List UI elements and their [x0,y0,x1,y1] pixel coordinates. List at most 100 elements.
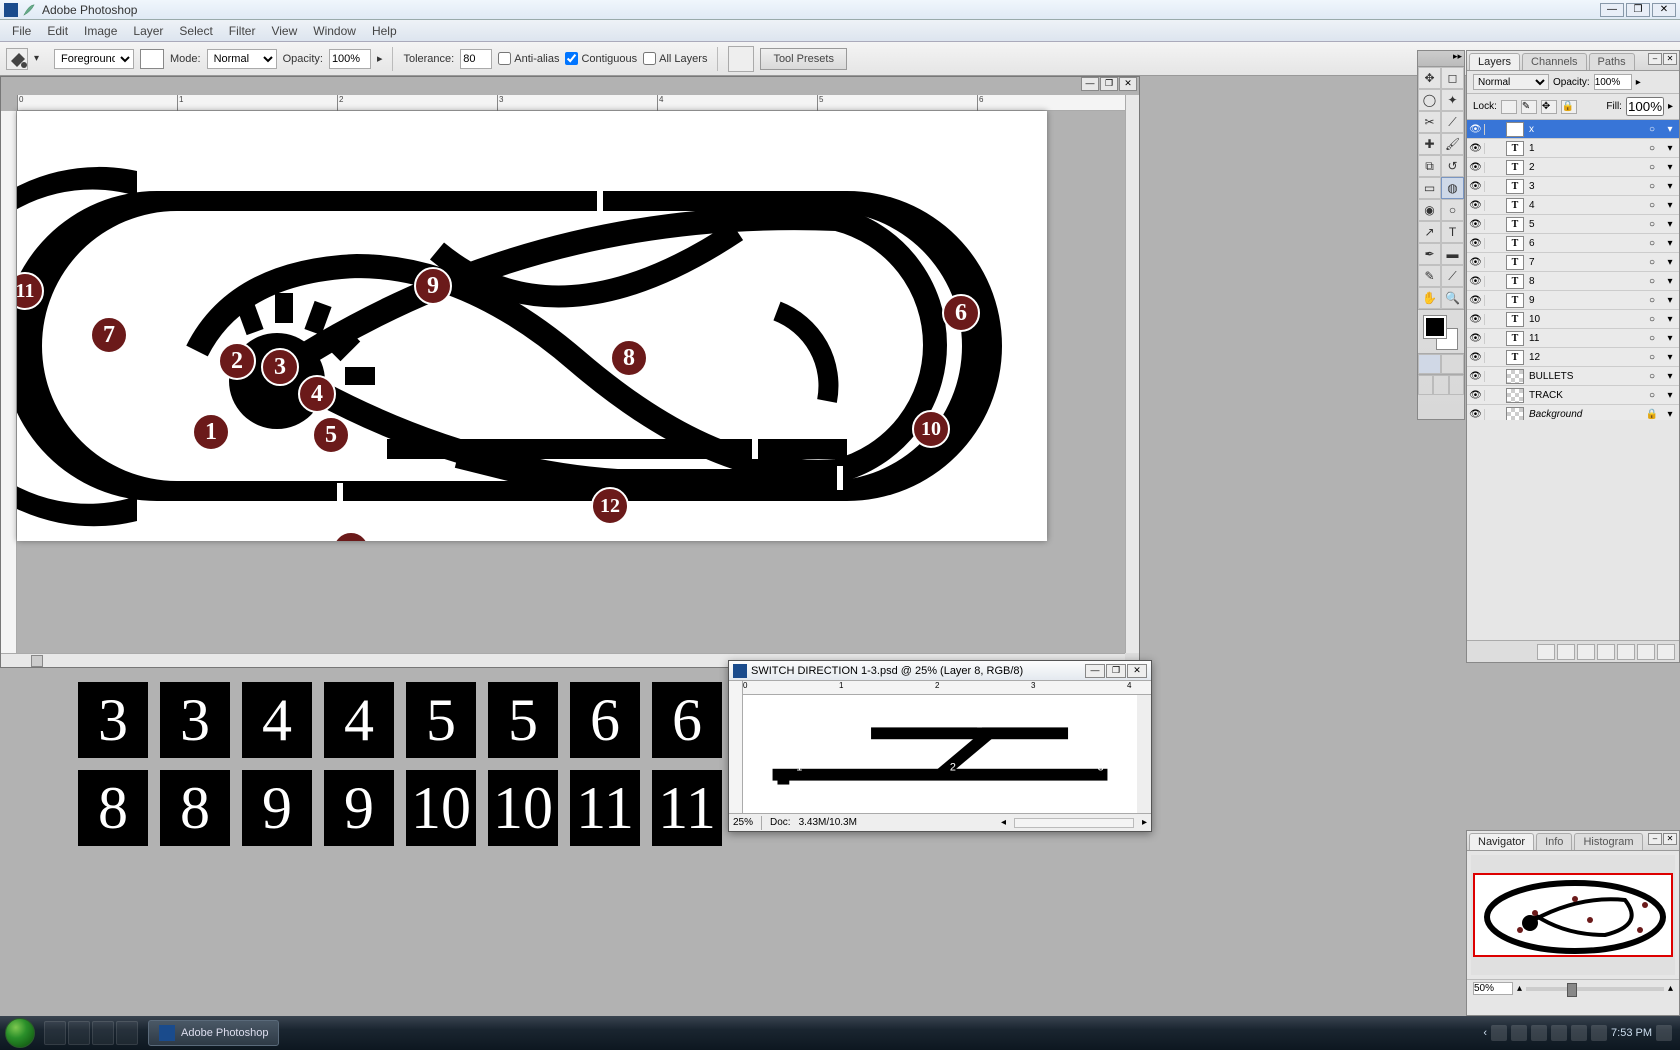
doc3-maximize-button[interactable]: ❐ [1106,664,1126,678]
layer-name[interactable]: 8 [1527,276,1643,287]
doc3-scrollbar[interactable] [1137,695,1151,813]
layer-name[interactable]: 2 [1527,162,1643,173]
navigator-zoom-input[interactable] [1473,982,1513,995]
layer-name[interactable]: 7 [1527,257,1643,268]
layer-name[interactable]: x [1527,124,1643,135]
layer-menu-button[interactable]: ○ [1643,200,1661,211]
layer-row[interactable]: 👁Background🔒▾ [1467,405,1679,420]
zoom-in-icon[interactable]: ▴ [1668,983,1673,994]
pen-tool[interactable]: ✒ [1418,243,1441,265]
layer-name[interactable]: 3 [1527,181,1643,192]
visibility-toggle[interactable]: 👁 [1467,352,1485,363]
tray-sidebar-icon[interactable] [1656,1025,1672,1041]
layer-expand-button[interactable]: ▾ [1661,333,1679,344]
tray-network-icon[interactable] [1571,1025,1587,1041]
doc3-canvas[interactable]: 1 2 2 3 [743,695,1137,813]
lock-icon[interactable]: 🔒 [1643,409,1661,420]
taskbar-app-photoshop[interactable]: Adobe Photoshop [148,1020,279,1046]
layer-expand-button[interactable]: ▾ [1661,276,1679,287]
visibility-toggle[interactable]: 👁 [1467,314,1485,325]
eraser-tool[interactable]: ▭ [1418,177,1441,199]
tray-volume-icon[interactable] [1591,1025,1607,1041]
move-tool[interactable]: ✥ [1418,67,1441,89]
tolerance-input[interactable] [460,49,492,69]
delete-layer-button[interactable] [1657,644,1675,660]
layer-menu-button[interactable]: ○ [1643,162,1661,173]
visibility-toggle[interactable]: 👁 [1467,124,1485,135]
new-layer-button[interactable] [1637,644,1655,660]
slice-tool[interactable]: ⟋ [1441,111,1464,133]
screen-mode-1[interactable] [1418,375,1433,395]
wand-tool[interactable]: ✦ [1441,89,1464,111]
layer-row[interactable]: 👁T7○▾ [1467,253,1679,272]
notes-tool[interactable]: ✎ [1418,265,1441,287]
navigator-canvas[interactable] [1471,855,1675,975]
layer-expand-button[interactable]: ▾ [1661,124,1679,135]
doc3-zoom[interactable]: 25% [733,817,753,828]
ruler-vertical[interactable] [1,111,17,653]
layer-row[interactable]: 👁T3○▾ [1467,177,1679,196]
layer-name[interactable]: 5 [1527,219,1643,230]
visibility-toggle[interactable]: 👁 [1467,238,1485,249]
tray-icon-3[interactable] [1531,1025,1547,1041]
paint-bucket-tool[interactable]: ◍ [1441,177,1464,199]
lock-pixels-button[interactable]: ✎ [1521,100,1537,114]
layer-list[interactable]: 👁Tx○▾👁T1○▾👁T2○▾👁T3○▾👁T4○▾👁T5○▾👁T6○▾👁T7○▾… [1467,120,1679,420]
panel-collapse-button[interactable]: – [1648,53,1662,65]
type-tool[interactable]: T [1441,221,1464,243]
navigator-zoom-slider[interactable] [1526,987,1664,991]
shape-tool[interactable]: ▬ [1441,243,1464,265]
layer-menu-button[interactable]: ○ [1643,219,1661,230]
tab-info[interactable]: Info [1536,833,1572,850]
layer-menu-button[interactable]: ○ [1643,257,1661,268]
layer-menu-button[interactable]: ○ [1643,181,1661,192]
menu-layer[interactable]: Layer [125,24,171,38]
group-button[interactable] [1617,644,1635,660]
visibility-toggle[interactable]: 👁 [1467,181,1485,192]
layer-row[interactable]: 👁T1○▾ [1467,139,1679,158]
menu-help[interactable]: Help [364,24,405,38]
layer-row[interactable]: 👁T6○▾ [1467,234,1679,253]
visibility-toggle[interactable]: 👁 [1467,219,1485,230]
visibility-toggle[interactable]: 👁 [1467,257,1485,268]
visibility-toggle[interactable]: 👁 [1467,200,1485,211]
visibility-toggle[interactable]: 👁 [1467,409,1485,420]
layer-menu-button[interactable]: ○ [1643,314,1661,325]
visibility-toggle[interactable]: 👁 [1467,295,1485,306]
standard-mode-button[interactable] [1418,354,1441,374]
layer-menu-button[interactable]: ○ [1643,124,1661,135]
heal-tool[interactable]: ✚ [1418,133,1441,155]
contiguous-checkbox[interactable]: Contiguous [565,52,637,65]
nav-close-button[interactable]: ✕ [1663,833,1677,845]
layer-row[interactable]: 👁BULLETS○▾ [1467,367,1679,386]
tab-navigator[interactable]: Navigator [1469,833,1534,850]
tools-header[interactable]: ▸▸ [1418,51,1464,67]
adjustment-button[interactable] [1597,644,1615,660]
ql-switch-windows[interactable] [68,1021,90,1045]
menu-edit[interactable]: Edit [39,24,76,38]
layer-menu-button[interactable]: ○ [1643,371,1661,382]
lock-transparency-button[interactable] [1501,100,1517,114]
window-close-button[interactable]: ✕ [1652,3,1676,17]
dodge-tool[interactable]: ○ [1441,199,1464,221]
layer-row[interactable]: 👁T4○▾ [1467,196,1679,215]
layer-name[interactable]: 9 [1527,295,1643,306]
layer-expand-button[interactable]: ▾ [1661,219,1679,230]
layer-row[interactable]: 👁T12○▾ [1467,348,1679,367]
tray-expand-icon[interactable]: ‹ [1483,1027,1487,1039]
doc-close-button[interactable]: ✕ [1119,77,1137,91]
layer-row[interactable]: 👁T10○▾ [1467,310,1679,329]
layer-row[interactable]: 👁T2○▾ [1467,158,1679,177]
menu-select[interactable]: Select [171,24,220,38]
stamp-tool[interactable]: ⧉ [1418,155,1441,177]
doc3-close-button[interactable]: ✕ [1127,664,1147,678]
window-minimize-button[interactable]: — [1600,3,1624,17]
opacity-input[interactable] [329,49,371,69]
menu-image[interactable]: Image [76,24,125,38]
menu-window[interactable]: Window [305,24,364,38]
layer-name[interactable]: 1 [1527,143,1643,154]
visibility-toggle[interactable]: 👁 [1467,143,1485,154]
tab-channels[interactable]: Channels [1522,53,1586,70]
brush-preset-icon[interactable] [728,46,754,72]
doc-minimize-button[interactable]: — [1081,77,1099,91]
